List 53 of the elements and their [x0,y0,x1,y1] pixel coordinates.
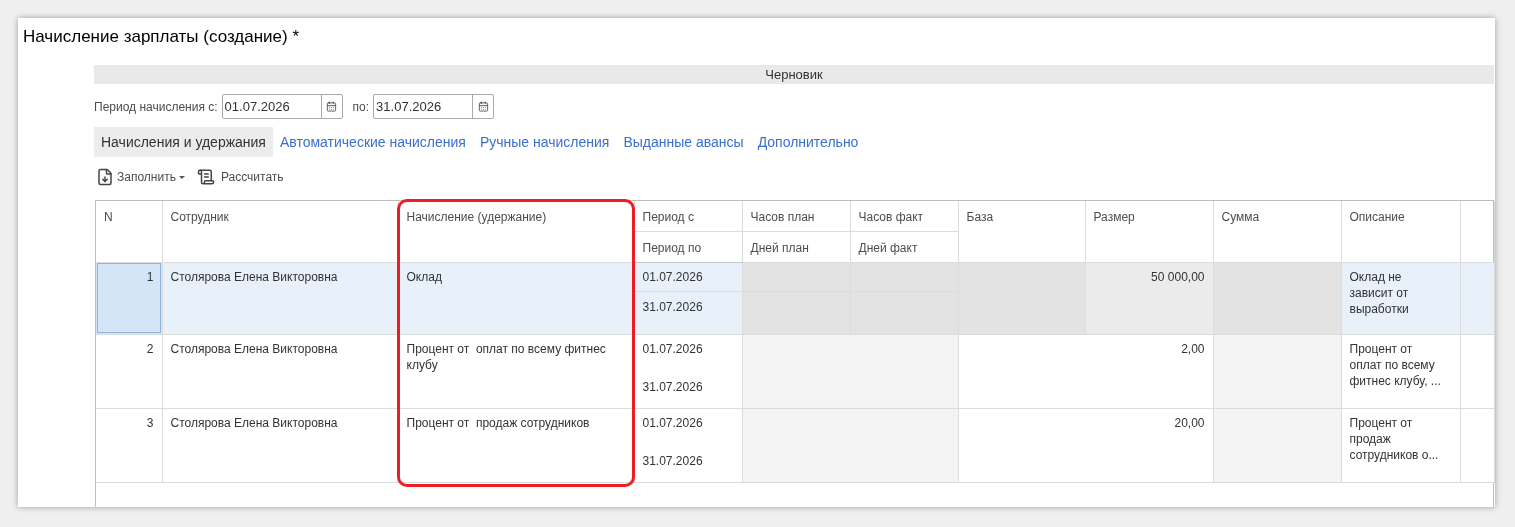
row-number-cell[interactable]: 2 [96,334,162,408]
tab[interactable]: Ручные начисления [472,127,617,157]
column-header: Дней факт [858,240,918,255]
row-number-cell[interactable]: 3 [96,408,162,482]
window-title: Начисление зарплаты (создание) * [22,26,301,48]
table-cell: 31.07.2026 [634,291,742,334]
table-cell: Столярова Елена Викторовна [162,262,398,334]
calendar-icon [477,101,489,112]
date-value: 31.07.2026 [375,97,443,116]
caret-icon [178,175,185,179]
column-header: Начисление (удержание) [406,210,547,224]
scroll-icon [196,168,215,186]
table-cell: Процент от оплат по всему фитнес клубу [398,334,634,408]
column-header: Часов план [750,210,815,224]
row-number-cell[interactable]: 1 [96,262,162,334]
tab[interactable]: Автоматические начисления [272,127,473,157]
table-cell: 2,00 [1085,334,1213,408]
period-label: Период начисления с: [94,98,218,116]
fill-button[interactable]: Заполнить [94,168,185,186]
table-cell: 50 000,00 [1085,262,1213,334]
table-cell: 01.07.2026 [634,262,742,291]
date-field[interactable]: 01.07.2026 [221,94,343,119]
column-header: База [966,210,994,224]
document-down-icon [96,168,114,186]
table-cell: 01.07.2026 [634,408,742,445]
table-cell: Оклад не зависит от выработки [1341,262,1460,334]
column-header: Сотрудник [170,210,229,224]
table-cell: 31.07.2026 [634,445,742,482]
column-header: Описание [1349,210,1405,224]
date-value: 01.07.2026 [223,97,291,116]
calculate-button[interactable]: Рассчитать [196,168,284,186]
date-field[interactable]: 31.07.2026 [373,94,495,119]
column-header: Сумма [1221,210,1260,224]
table-cell: Столярова Елена Викторовна [162,334,398,408]
column-header: Часов факт [858,210,924,224]
table-cell: Процент от продаж сотрудников о... [1341,408,1460,482]
column-header: N [104,210,113,224]
table-cell: Процент от оплат по всему фитнес клубу, ... [1341,334,1460,408]
column-header: Размер [1093,210,1135,224]
tab[interactable]: Начисления и удержания [94,127,273,157]
column-header: Период по [642,240,702,255]
table-cell: Оклад [398,262,634,334]
table-cell: 01.07.2026 [634,334,742,371]
period-to-label: по: [352,98,370,116]
table-cell: 31.07.2026 [634,371,742,408]
calendar-icon [326,101,338,112]
table-cell: Столярова Елена Викторовна [162,408,398,482]
tab[interactable]: Выданные авансы [616,127,751,157]
column-header: Дней план [750,240,809,255]
table-cell: 20,00 [1085,408,1213,482]
column-header: Период с [642,210,694,224]
status-bar: Черновик [94,65,1494,84]
tab[interactable]: Дополнительно [750,127,866,157]
